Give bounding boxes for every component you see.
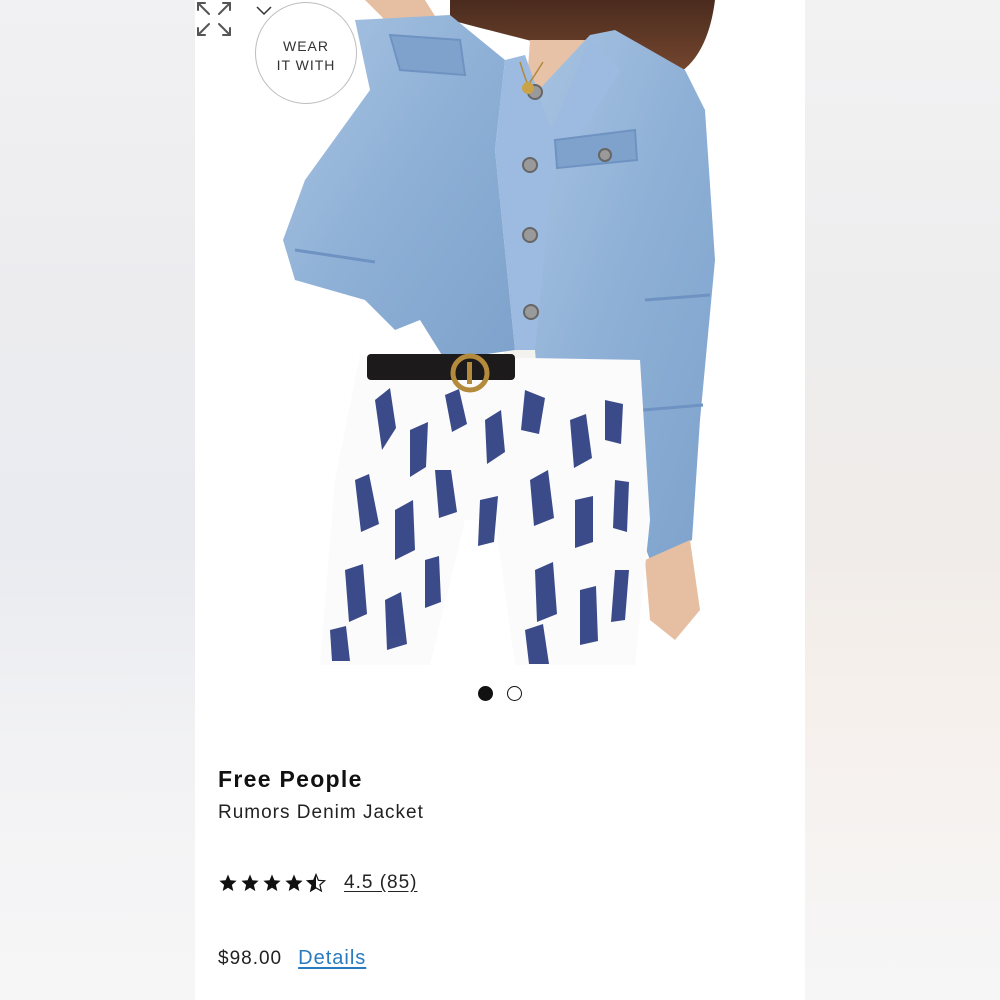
chevron-down-icon	[256, 6, 272, 16]
star-full-icon	[285, 874, 303, 891]
details-link[interactable]: Details	[298, 947, 366, 970]
carousel-dot-2[interactable]	[507, 686, 522, 701]
star-rating	[218, 873, 326, 893]
brand-name[interactable]: Free People	[218, 766, 363, 793]
product-page: WEAR IT WITH Free People Rumors Denim Ja…	[195, 0, 805, 1000]
star-half-icon	[306, 873, 326, 893]
star-full-icon	[219, 874, 237, 891]
wear-it-with-button[interactable]: WEAR IT WITH	[255, 2, 357, 104]
carousel-pagination	[195, 686, 805, 704]
blurred-background-left	[0, 0, 195, 1000]
rating-row: 4.5 (85)	[218, 870, 417, 896]
price: $98.00	[218, 947, 283, 969]
price-row: $98.00 Details	[218, 947, 366, 970]
product-image[interactable]: WEAR IT WITH	[195, 0, 805, 665]
star-full-icon	[241, 874, 259, 891]
expand-arrows-icon[interactable]	[195, 0, 233, 38]
blurred-background-right	[805, 0, 1000, 1000]
rating-reviews-link[interactable]: 4.5 (85)	[344, 872, 417, 894]
wear-it-with-label-line1: WEAR	[283, 38, 329, 54]
carousel-dot-1[interactable]	[478, 686, 493, 701]
wear-it-with-label-line2: IT WITH	[276, 57, 336, 73]
product-title: Rumors Denim Jacket	[218, 802, 424, 823]
star-full-icon	[263, 874, 281, 891]
